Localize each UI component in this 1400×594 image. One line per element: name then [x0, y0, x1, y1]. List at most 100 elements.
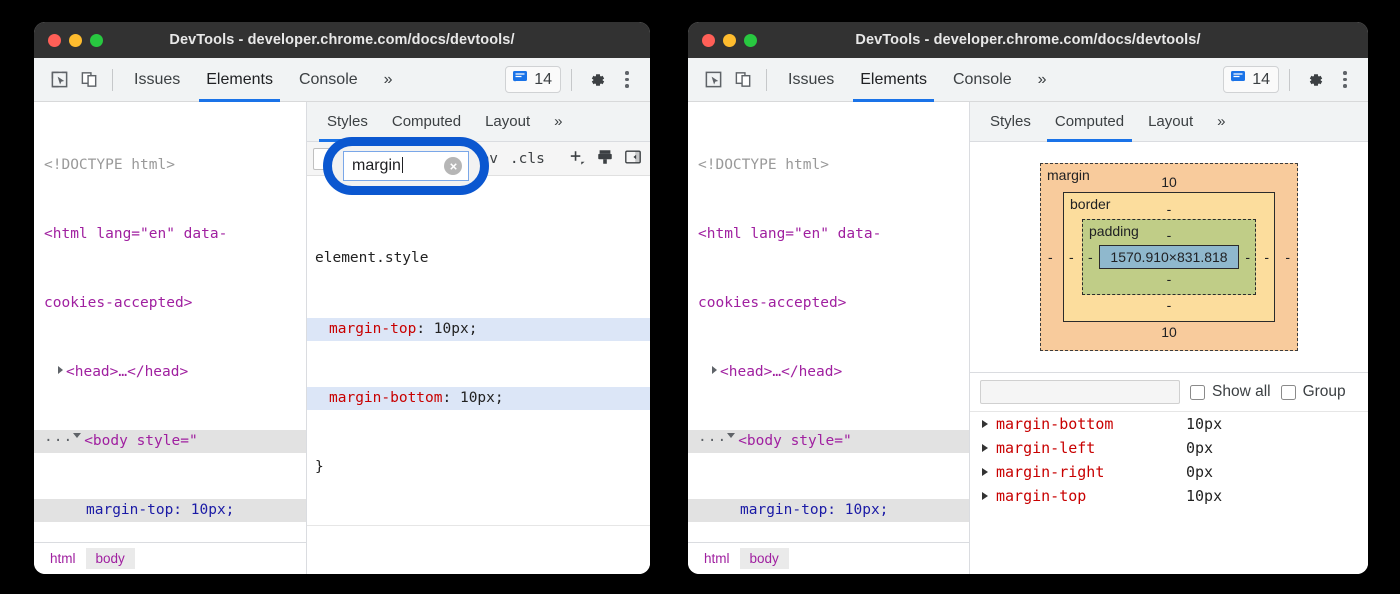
dom-line-html-open-cont[interactable]: cookies-accepted> [34, 292, 306, 315]
toggle-sidebar-icon[interactable] [624, 148, 642, 170]
box-model-margin-top[interactable]: 10 [1063, 172, 1275, 192]
dom-line-body-open[interactable]: ···<body style=" [688, 430, 969, 453]
close-window-button[interactable] [702, 34, 715, 47]
plus-icon[interactable] [567, 147, 586, 170]
close-window-button[interactable] [48, 34, 61, 47]
minimize-window-button[interactable] [723, 34, 736, 47]
expand-arrow-icon[interactable] [982, 420, 988, 428]
maximize-window-button[interactable] [90, 34, 103, 47]
rule-selector: element.style [315, 247, 429, 270]
dom-line-body-style-1[interactable]: margin-top: 10px; [688, 499, 969, 522]
group-checkbox-row[interactable]: Group [1281, 383, 1346, 401]
tab-styles[interactable]: Styles [978, 102, 1043, 142]
tab-issues[interactable]: Issues [775, 58, 847, 102]
traffic-lights[interactable] [688, 34, 757, 47]
computed-filter-input[interactable] [980, 380, 1180, 404]
more-tabs-chevron-icon[interactable]: » [1025, 58, 1060, 102]
box-model-margin-right[interactable]: - [1285, 249, 1290, 265]
breadcrumb-item-body[interactable]: body [740, 548, 789, 569]
inspect-cursor-icon[interactable] [44, 65, 74, 95]
tab-computed[interactable]: Computed [380, 102, 473, 142]
sidebar-tabs: Styles Computed Layout » [307, 102, 650, 142]
group-checkbox[interactable] [1281, 385, 1296, 400]
hidden-nodes-ellipsis[interactable]: ··· [698, 433, 727, 449]
expand-arrow-icon[interactable] [982, 492, 988, 500]
dom-tree[interactable]: <!DOCTYPE html> <html lang="en" data- co… [688, 102, 969, 542]
expand-arrow-icon[interactable] [982, 444, 988, 452]
box-model-padding[interactable]: padding - - - 1570.910×831.818 - [1082, 219, 1256, 295]
sidebar-more-tabs-chevron-icon[interactable]: » [1205, 102, 1237, 142]
dom-line-doctype[interactable]: <!DOCTYPE html> [34, 154, 306, 177]
box-model-border-right[interactable]: - [1264, 249, 1269, 265]
box-model-padding-right[interactable]: - [1245, 249, 1250, 265]
more-tabs-chevron-icon[interactable]: » [371, 58, 406, 102]
collapse-arrow-icon[interactable] [727, 433, 735, 442]
expand-arrow-icon[interactable] [58, 366, 63, 374]
computed-property-row[interactable]: margin-bottom 10px [970, 412, 1368, 436]
maximize-window-button[interactable] [744, 34, 757, 47]
dom-line-html-open[interactable]: <html lang="en" data- [688, 223, 969, 246]
kebab-menu-icon[interactable] [614, 65, 640, 95]
declaration-margin-top[interactable]: margin-top: 10px; [307, 318, 650, 341]
search-input[interactable]: margin [343, 151, 469, 181]
dom-line-body-style-1[interactable]: margin-top: 10px; [34, 499, 306, 522]
show-all-checkbox-row[interactable]: Show all [1190, 383, 1271, 401]
tab-console[interactable]: Console [286, 58, 371, 102]
computed-properties-list[interactable]: margin-bottom 10px margin-left 0px margi… [970, 412, 1368, 574]
sidebar-more-tabs-chevron-icon[interactable]: » [542, 102, 574, 142]
box-model-margin-bottom[interactable]: 10 [1063, 322, 1275, 342]
gear-icon[interactable] [1300, 65, 1330, 95]
box-model-content-size[interactable]: 1570.910×831.818 [1099, 245, 1239, 269]
collapse-arrow-icon[interactable] [73, 433, 81, 442]
device-toolbar-icon[interactable] [74, 65, 104, 95]
tab-elements[interactable]: Elements [847, 58, 940, 102]
box-model-border-left[interactable]: - [1069, 249, 1074, 265]
dom-line-html-open[interactable]: <html lang="en" data- [34, 223, 306, 246]
gear-icon[interactable] [582, 65, 612, 95]
tab-layout[interactable]: Layout [1136, 102, 1205, 142]
tab-elements[interactable]: Elements [193, 58, 286, 102]
minimize-window-button[interactable] [69, 34, 82, 47]
tab-issues[interactable]: Issues [121, 58, 193, 102]
device-toolbar-icon[interactable] [728, 65, 758, 95]
dom-line-html-open-cont[interactable]: cookies-accepted> [688, 292, 969, 315]
breadcrumb-item-html[interactable]: html [694, 548, 740, 569]
box-model-margin-left[interactable]: - [1048, 249, 1053, 265]
traffic-lights[interactable] [34, 34, 103, 47]
kebab-menu-icon[interactable] [1332, 65, 1358, 95]
print-preview-icon[interactable] [596, 148, 614, 170]
dom-tree[interactable]: <!DOCTYPE html> <html lang="en" data- co… [34, 102, 306, 542]
breadcrumb-item-body[interactable]: body [86, 548, 135, 569]
issues-counter-button[interactable]: 14 [505, 66, 561, 93]
issues-counter-button[interactable]: 14 [1223, 66, 1279, 93]
computed-filter-bar: Show all Group [970, 372, 1368, 412]
clear-input-icon[interactable] [444, 157, 462, 175]
element-classes-button[interactable]: .cls [504, 151, 551, 167]
inspect-cursor-icon[interactable] [698, 65, 728, 95]
dom-line-body-open[interactable]: ···<body style=" [34, 430, 306, 453]
tab-computed[interactable]: Computed [1043, 102, 1136, 142]
box-model-border[interactable]: border - - - padding - - - 1570.910×831.… [1063, 192, 1275, 322]
show-all-checkbox[interactable] [1190, 385, 1205, 400]
dom-line-head[interactable]: <head>…</head> [688, 361, 969, 384]
box-model-margin[interactable]: margin 10 - - border - - - padding - - - [1040, 163, 1298, 351]
box-model-padding-bottom[interactable]: - [1099, 269, 1239, 289]
dom-line-doctype[interactable]: <!DOCTYPE html> [688, 154, 969, 177]
tab-styles[interactable]: Styles [315, 102, 380, 142]
expand-arrow-icon[interactable] [982, 468, 988, 476]
box-model-padding-left[interactable]: - [1088, 249, 1093, 265]
declaration-margin-bottom[interactable]: margin-bottom: 10px; [307, 387, 650, 410]
breadcrumb-item-html[interactable]: html [40, 548, 86, 569]
rule-header-element-style[interactable]: element.style [307, 245, 650, 272]
tab-layout[interactable]: Layout [473, 102, 542, 142]
styles-rules-list[interactable]: element.style margin-top: 10px; margin-b… [307, 176, 650, 574]
computed-property-row[interactable]: margin-left 0px [970, 436, 1368, 460]
tab-console[interactable]: Console [940, 58, 1025, 102]
box-model-border-bottom[interactable]: - [1082, 295, 1256, 315]
computed-property-row[interactable]: margin-top 10px [970, 484, 1368, 508]
expand-arrow-icon[interactable] [712, 366, 717, 374]
hidden-nodes-ellipsis[interactable]: ··· [44, 433, 73, 449]
devtools-toolbar: Issues Elements Console » 14 [34, 58, 650, 102]
dom-line-head[interactable]: <head>…</head> [34, 361, 306, 384]
computed-property-row[interactable]: margin-right 0px [970, 460, 1368, 484]
